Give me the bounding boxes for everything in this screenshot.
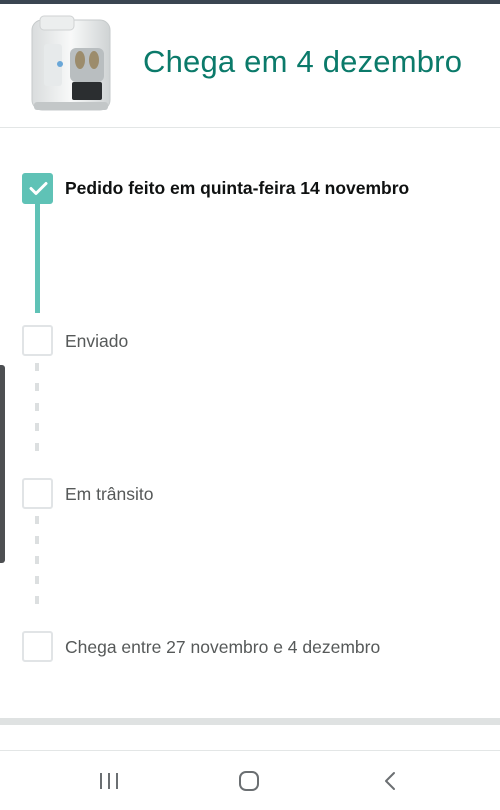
arrival-title: Chega em 4 dezembro: [143, 44, 463, 79]
step-label-arrives: Chega entre 27 novembro e 4 dezembro: [65, 637, 381, 657]
edge-panel-handle[interactable]: [0, 365, 5, 563]
step-checkbox-shipped: [22, 325, 53, 356]
step-label-shipped: Enviado: [65, 331, 129, 351]
delivery-header: Chega em 4 dezembro: [0, 4, 500, 128]
back-button[interactable]: [370, 765, 410, 797]
step-label-in-transit: Em trânsito: [65, 484, 154, 504]
progress-track-pending: [35, 516, 39, 611]
step-checkbox-in-transit: [22, 478, 53, 509]
step-checkbox-arrives: [22, 631, 53, 662]
home-button[interactable]: [229, 765, 269, 797]
step-label-ordered: Pedido feito em quinta-feira 14 novembro: [65, 178, 410, 198]
system-navigation-bar: [0, 751, 500, 810]
tracking-timeline: Pedido feito em quinta-feira 14 novembro…: [0, 128, 500, 718]
water-purifier-icon: [31, 15, 111, 111]
step-checkbox-ordered: [22, 173, 53, 204]
progress-track-pending: [35, 363, 39, 458]
back-icon: [385, 772, 395, 790]
check-icon: [29, 182, 48, 195]
home-icon: [239, 771, 259, 791]
recent-apps-button[interactable]: [89, 765, 129, 797]
product-image[interactable]: [30, 14, 114, 114]
recent-apps-icon: [100, 773, 118, 789]
progress-track-completed: [35, 193, 40, 313]
section-divider: [0, 718, 500, 725]
